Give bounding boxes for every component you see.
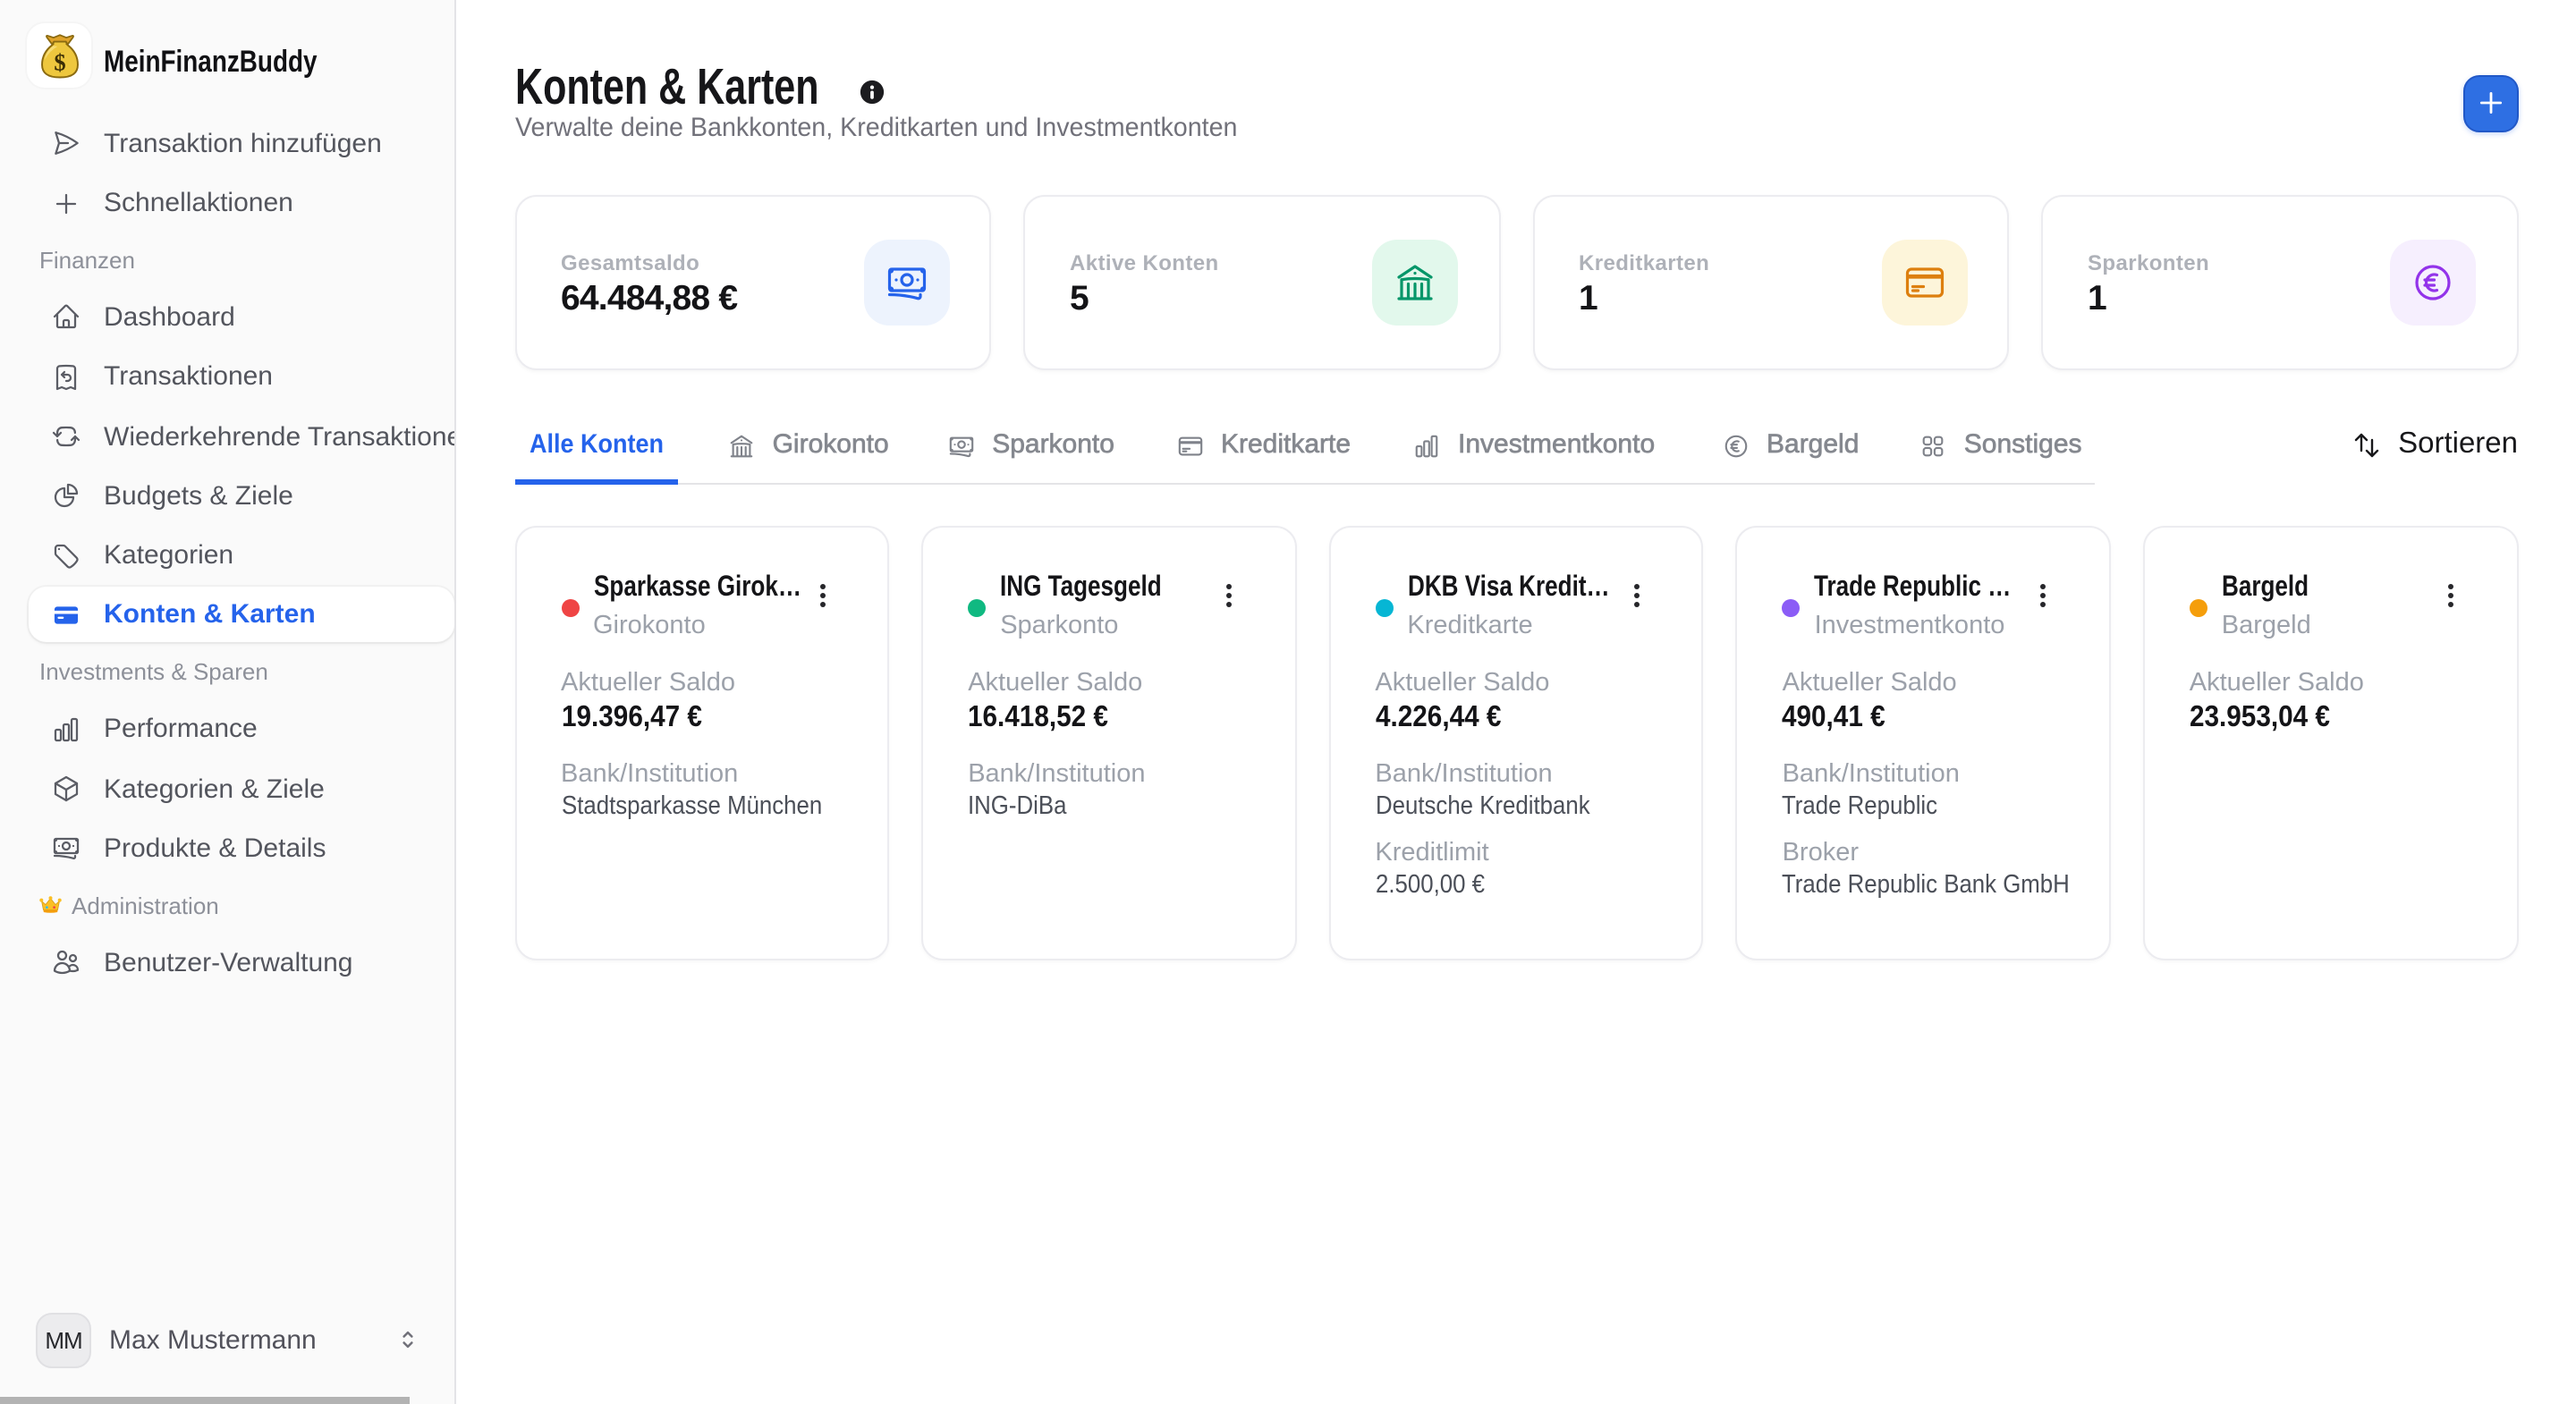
svg-text:$: $ bbox=[53, 47, 64, 74]
